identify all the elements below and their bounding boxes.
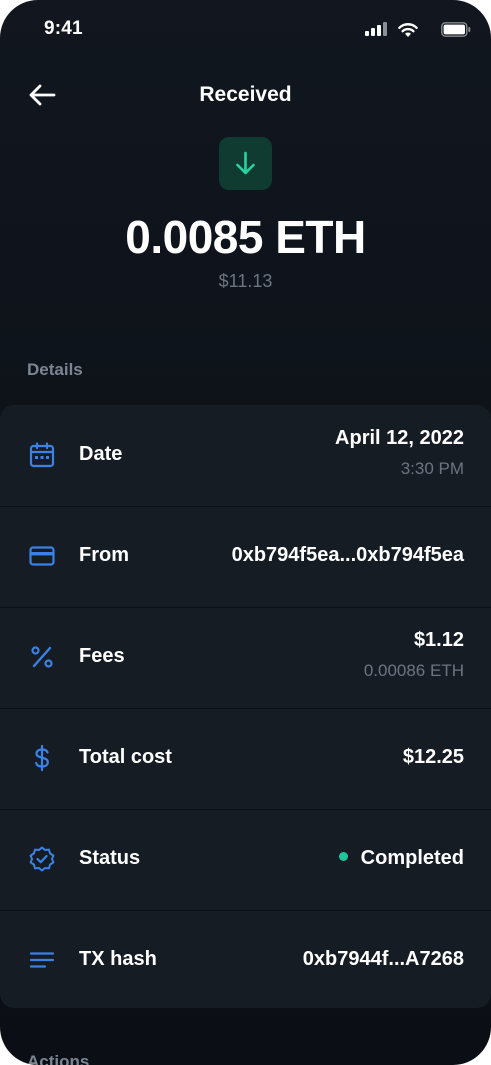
- detail-row-status: Status Completed: [0, 809, 491, 911]
- detail-value-from[interactable]: 0xb794f5ea...0xb794f5ea: [232, 544, 464, 567]
- detail-row-from: From 0xb794f5ea...0xb794f5ea: [0, 506, 491, 608]
- detail-label-fees: Fees: [79, 645, 125, 667]
- detail-row-fees: Fees $1.12 0.00086 ETH: [0, 607, 491, 709]
- wifi-icon: [398, 23, 418, 37]
- status-indicator-dot: [338, 852, 348, 861]
- battery-icon: [441, 22, 471, 37]
- arrow-down-icon: [236, 151, 255, 175]
- detail-row-tx-hash: TX hash 0xb7944f...A7268: [0, 910, 491, 1011]
- verified-badge-icon: [29, 846, 55, 872]
- detail-value-date: April 12, 2022: [335, 427, 464, 449]
- received-badge: [219, 137, 272, 190]
- detail-value-status: Completed: [360, 847, 464, 869]
- credit-card-icon: [29, 546, 55, 566]
- detail-label-from: From: [79, 544, 129, 566]
- detail-row-date: Date April 12, 2022 3:30 PM: [0, 405, 491, 507]
- signal-icon: [365, 22, 387, 36]
- details-card: Date April 12, 2022 3:30 PM From 0xb794f…: [0, 405, 491, 1008]
- status-icons: [361, 22, 471, 38]
- detail-label-total-cost: Total cost: [79, 746, 172, 768]
- detail-value-fees: $1.12: [413, 629, 464, 651]
- status-time: 9:41: [44, 18, 83, 39]
- status-value: Completed: [338, 847, 464, 870]
- actions-section-label: Actions: [27, 1052, 90, 1065]
- fiat-amount: $11.13: [218, 271, 273, 291]
- detail-value-tx-hash[interactable]: 0xb7944f...A7268: [303, 948, 464, 971]
- details-section-label: Details: [27, 360, 83, 379]
- status-bar: 9:41: [0, 0, 491, 60]
- calendar-icon: [29, 442, 55, 468]
- phone-screen: 9:41 Received 0.0085 ETH $11.13 Details …: [0, 0, 491, 1065]
- detail-label-date: Date: [79, 443, 123, 465]
- lines-icon: [29, 952, 55, 968]
- detail-label-status: Status: [79, 847, 141, 869]
- header: Received: [0, 70, 491, 122]
- detail-label-tx-hash: TX hash: [79, 948, 157, 970]
- detail-sub-fees-eth: 0.00086 ETH: [363, 661, 464, 680]
- detail-row-total-cost: Total cost $12.25: [0, 708, 491, 810]
- page-title: Received: [199, 83, 292, 106]
- percent-icon: [31, 646, 53, 668]
- detail-sub-time: 3:30 PM: [400, 459, 464, 478]
- dollar-icon: [35, 744, 49, 772]
- crypto-amount: 0.0085 ETH: [125, 211, 366, 263]
- detail-value-total-cost: $12.25: [402, 746, 464, 768]
